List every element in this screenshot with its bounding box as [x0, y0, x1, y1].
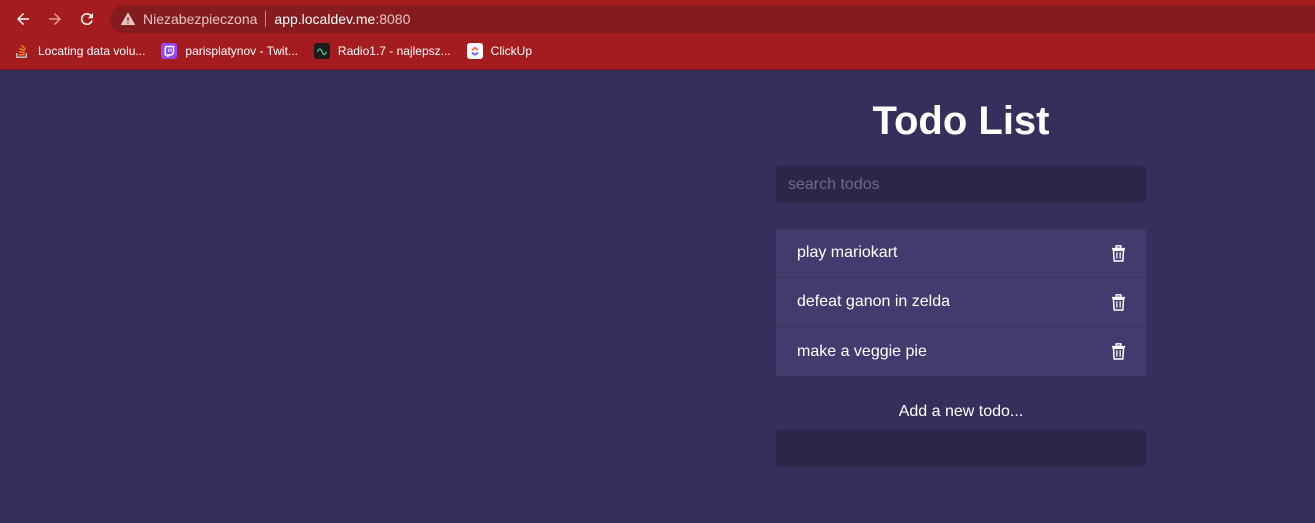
todo-item: make a veggie pie: [776, 327, 1146, 376]
search-input[interactable]: [776, 166, 1146, 203]
url-port: :8080: [375, 11, 411, 27]
bookmark-twitch[interactable]: parisplatynov - Twit...: [161, 43, 298, 59]
add-todo-label: Add a new todo...: [898, 403, 1024, 420]
forward-button[interactable]: [42, 6, 68, 32]
arrow-left-icon: [17, 13, 29, 25]
url-host: app.localdev.me: [274, 11, 376, 27]
address-separator: [265, 11, 267, 27]
todo-item: defeat ganon in zelda: [776, 278, 1146, 327]
trash-icon[interactable]: [1110, 343, 1126, 361]
bookmark-clickup[interactable]: ClickUp: [466, 43, 532, 59]
bookmarks-bar: Locating data volu... parisplatynov - Tw…: [0, 38, 1315, 64]
bookmark-label: Locating data volu...: [38, 44, 146, 58]
todo-app: Todo List play mariokart defeat ganon in…: [776, 95, 1146, 467]
bookmark-radio[interactable]: Radio1.7 - najlepsz...: [313, 43, 451, 59]
trash-icon[interactable]: [1110, 293, 1126, 311]
reload-button[interactable]: [74, 6, 100, 32]
back-button[interactable]: [10, 6, 36, 32]
warning-icon: [120, 11, 136, 27]
browser-chrome: Niezabezpieczona app.localdev.me :8080 L…: [0, 0, 1315, 70]
radio-icon: [313, 43, 330, 59]
bookmark-label: Radio1.7 - najlepsz...: [337, 44, 451, 58]
bookmark-label: parisplatynov - Twit...: [185, 44, 298, 58]
page-title: Todo List: [872, 99, 1050, 143]
todo-text: play mariokart: [797, 244, 898, 261]
trash-icon[interactable]: [1110, 244, 1126, 262]
todo-text: make a veggie pie: [797, 342, 927, 360]
todo-list: play mariokart defeat ganon in zelda mak…: [776, 229, 1146, 376]
todo-text: defeat ganon in zelda: [797, 293, 951, 310]
bookmark-stackoverflow[interactable]: Locating data volu...: [14, 43, 145, 59]
stackoverflow-icon: [14, 43, 30, 59]
arrow-right-icon: [49, 13, 61, 25]
twitch-icon: [161, 43, 178, 59]
reload-icon: [80, 13, 93, 26]
address-bar[interactable]: Niezabezpieczona app.localdev.me :8080: [110, 5, 1315, 33]
security-label[interactable]: Niezabezpieczona: [143, 11, 257, 27]
bookmark-label: ClickUp: [490, 44, 532, 58]
clickup-icon: [466, 43, 483, 59]
add-todo-input[interactable]: [776, 430, 1146, 467]
todo-item: play mariokart: [776, 229, 1146, 278]
